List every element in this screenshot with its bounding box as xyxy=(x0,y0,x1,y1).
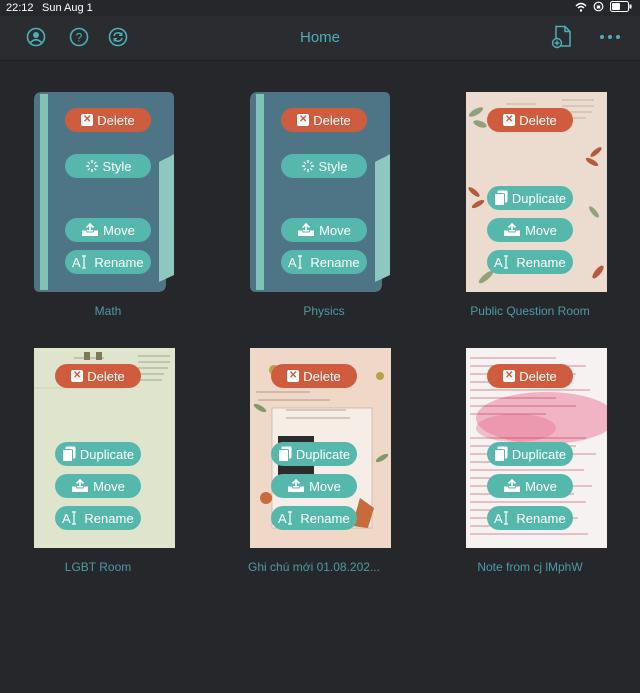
duplicate-label: Duplicate xyxy=(79,446,135,462)
item-title[interactable]: Public Question Room xyxy=(430,304,630,318)
new-document-icon[interactable] xyxy=(550,25,574,49)
close-icon: ✕ xyxy=(503,370,516,382)
delete-button[interactable]: ✕ Delete xyxy=(281,108,367,132)
duplicate-label: Duplicate xyxy=(295,446,351,462)
style-label: Style xyxy=(318,158,348,174)
style-icon xyxy=(301,159,315,173)
move-tray-icon xyxy=(503,223,521,237)
rename-button[interactable]: A Rename xyxy=(55,506,141,530)
wifi-icon xyxy=(575,2,587,15)
delete-label: Delete xyxy=(303,368,341,384)
duplicate-icon xyxy=(493,446,508,462)
duplicate-icon xyxy=(493,190,508,206)
close-icon: ✕ xyxy=(287,370,300,382)
rename-icon: A xyxy=(278,511,296,525)
delete-label: Delete xyxy=(519,368,557,384)
delete-button[interactable]: ✕ Delete xyxy=(487,364,573,388)
duplicate-label: Duplicate xyxy=(511,446,567,462)
style-icon xyxy=(85,159,99,173)
battery-icon xyxy=(610,1,632,15)
status-bar: 22:12 Sun Aug 1 xyxy=(0,0,640,16)
close-icon: ✕ xyxy=(81,114,94,126)
move-label: Move xyxy=(93,478,125,494)
svg-text:A: A xyxy=(494,511,503,525)
delete-button[interactable]: ✕ Delete xyxy=(65,108,151,132)
move-button[interactable]: Move xyxy=(271,474,357,498)
move-label: Move xyxy=(309,478,341,494)
close-icon: ✕ xyxy=(503,114,516,126)
duplicate-icon xyxy=(61,446,76,462)
delete-label: Delete xyxy=(519,112,557,128)
svg-text:A: A xyxy=(278,511,287,525)
delete-button[interactable]: ✕ Delete xyxy=(55,364,141,388)
item-title[interactable]: LGBT Room xyxy=(0,560,198,574)
item-title[interactable]: Note from cj lMphW xyxy=(430,560,630,574)
duplicate-button[interactable]: Duplicate xyxy=(271,442,357,466)
rotation-lock-icon xyxy=(593,1,604,15)
item-title[interactable]: Ghi chú mới 01.08.202... xyxy=(214,560,414,574)
move-tray-icon xyxy=(287,479,305,493)
item-title[interactable]: Math xyxy=(8,304,208,318)
rename-label: Rename xyxy=(310,254,360,270)
delete-label: Delete xyxy=(313,112,351,128)
status-time: 22:12 xyxy=(6,2,34,14)
rename-icon: A xyxy=(288,255,306,269)
move-label: Move xyxy=(319,222,351,238)
style-button[interactable]: Style xyxy=(65,154,151,178)
status-icons xyxy=(575,1,632,15)
status-date: Sun Aug 1 xyxy=(42,2,93,14)
duplicate-icon xyxy=(277,446,292,462)
move-tray-icon xyxy=(71,479,89,493)
duplicate-button[interactable]: Duplicate xyxy=(487,186,573,210)
rename-label: Rename xyxy=(300,510,350,526)
rename-icon: A xyxy=(72,255,90,269)
duplicate-label: Duplicate xyxy=(511,190,567,206)
rename-icon: A xyxy=(62,511,80,525)
more-icon[interactable] xyxy=(598,25,622,49)
delete-label: Delete xyxy=(97,112,135,128)
move-button[interactable]: Move xyxy=(281,218,367,242)
move-label: Move xyxy=(525,222,557,238)
style-label: Style xyxy=(102,158,132,174)
svg-text:A: A xyxy=(288,255,297,269)
move-tray-icon xyxy=(503,479,521,493)
move-tray-icon xyxy=(81,223,99,237)
delete-button[interactable]: ✕ Delete xyxy=(271,364,357,388)
svg-text:A: A xyxy=(494,255,503,269)
duplicate-button[interactable]: Duplicate xyxy=(487,442,573,466)
rename-button[interactable]: A Rename xyxy=(487,506,573,530)
rename-button[interactable]: A Rename xyxy=(271,506,357,530)
rename-label: Rename xyxy=(84,510,134,526)
item-title[interactable]: Physics xyxy=(224,304,424,318)
page-title: Home xyxy=(299,29,340,46)
svg-text:A: A xyxy=(62,511,71,525)
navigation-bar: ? Home xyxy=(0,16,640,61)
rename-button[interactable]: A Rename xyxy=(487,250,573,274)
rename-button[interactable]: A Rename xyxy=(65,250,151,274)
rename-icon: A xyxy=(494,255,512,269)
rename-label: Rename xyxy=(94,254,144,270)
delete-button[interactable]: ✕ Delete xyxy=(487,108,573,132)
duplicate-button[interactable]: Duplicate xyxy=(55,442,141,466)
style-button[interactable]: Style xyxy=(281,154,367,178)
move-button[interactable]: Move xyxy=(65,218,151,242)
delete-label: Delete xyxy=(87,368,125,384)
move-label: Move xyxy=(525,478,557,494)
rename-icon: A xyxy=(494,511,512,525)
move-button[interactable]: Move xyxy=(487,474,573,498)
rename-button[interactable]: A Rename xyxy=(281,250,367,274)
move-tray-icon xyxy=(297,223,315,237)
move-label: Move xyxy=(103,222,135,238)
close-icon: ✕ xyxy=(71,370,84,382)
move-button[interactable]: Move xyxy=(487,218,573,242)
move-button[interactable]: Move xyxy=(55,474,141,498)
close-icon: ✕ xyxy=(297,114,310,126)
rename-label: Rename xyxy=(516,254,566,270)
svg-text:A: A xyxy=(72,255,81,269)
rename-label: Rename xyxy=(516,510,566,526)
